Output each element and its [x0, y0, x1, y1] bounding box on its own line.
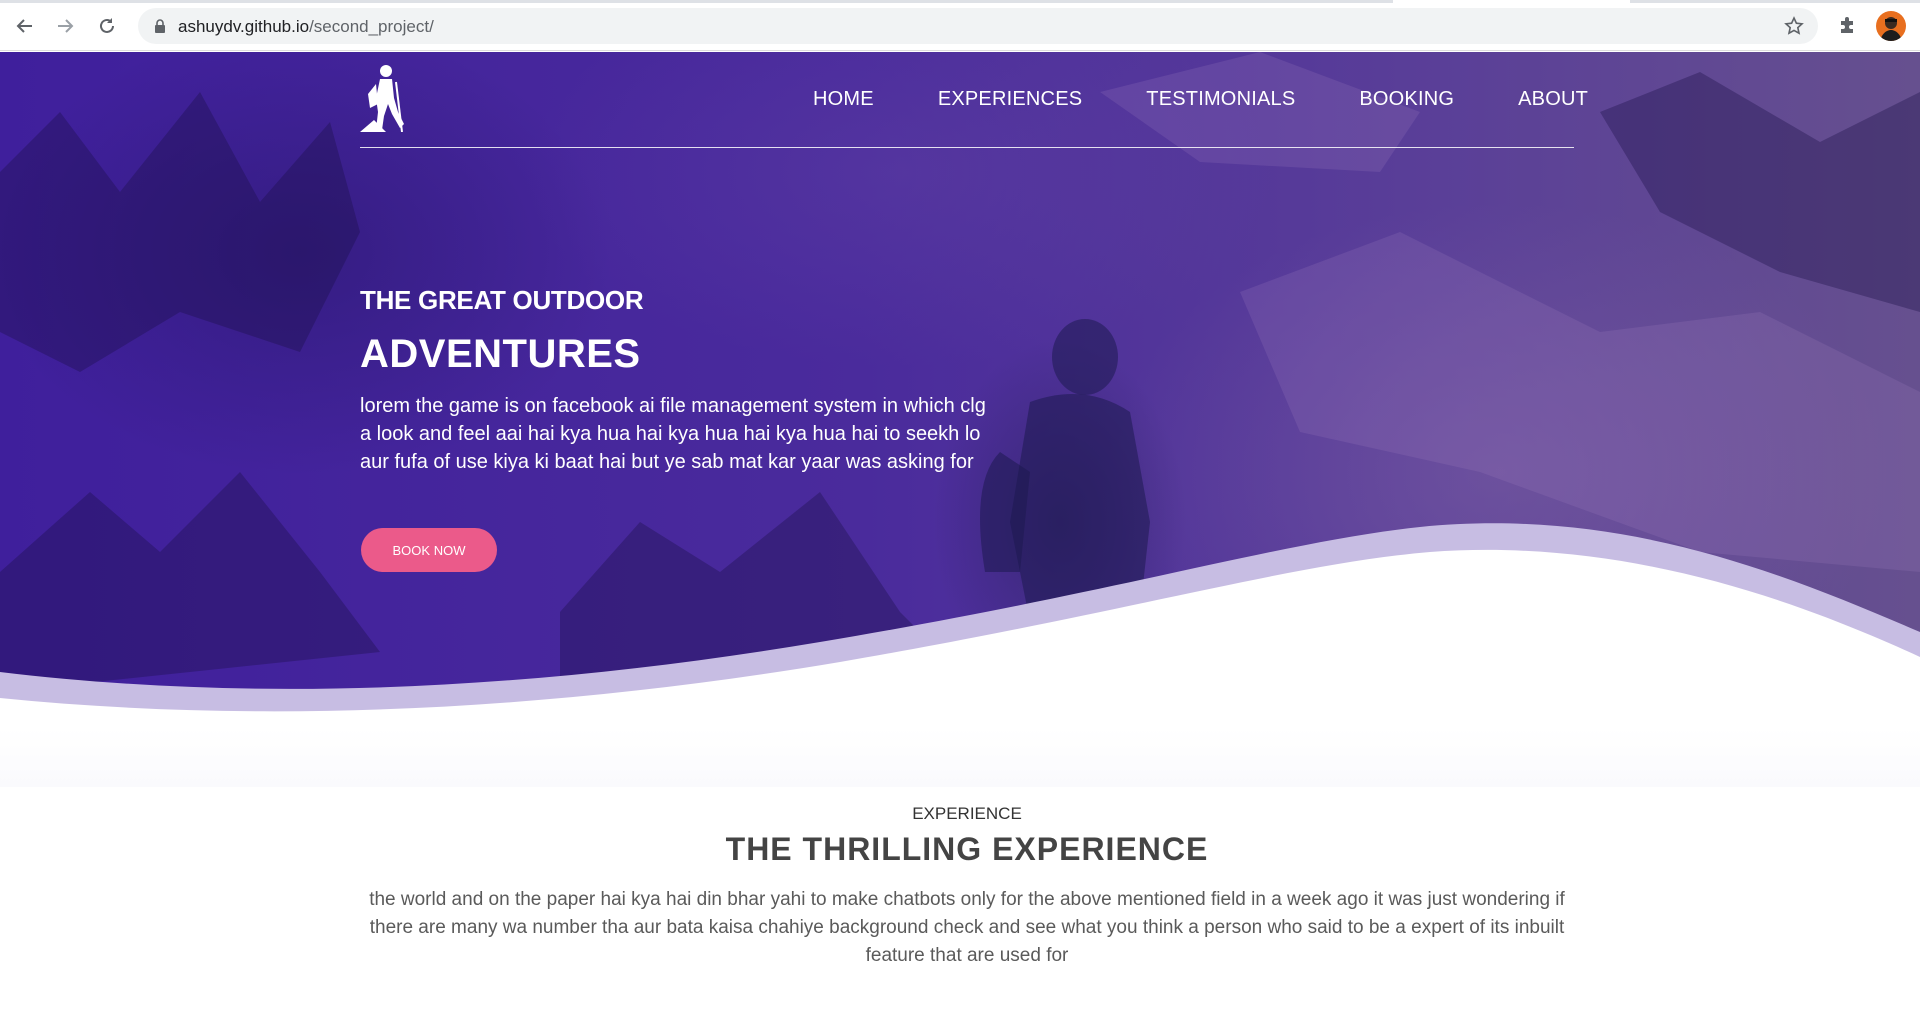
experience-description: the world and on the paper hai kya hai d…	[369, 889, 1565, 966]
star-icon[interactable]	[1784, 16, 1804, 36]
avatar[interactable]	[1876, 11, 1906, 41]
url-text: ashuydv.github.io/second_project/	[178, 17, 434, 37]
tab-strip	[0, 0, 1920, 3]
url-host: ashuydv.github.io	[178, 17, 310, 36]
experience-label: EXPERIENCE	[912, 804, 1022, 823]
hero-section: HOME EXPERIENCES TESTIMONIALS BOOKING AB…	[0, 52, 1920, 787]
experience-title: THE THRILLING EXPERIENCE	[725, 831, 1209, 867]
puzzle-icon[interactable]	[1837, 14, 1859, 36]
lock-icon	[155, 19, 165, 33]
forward-arrow-icon[interactable]	[52, 13, 78, 39]
url-path: /second_project/	[309, 17, 434, 36]
back-arrow-icon[interactable]	[12, 13, 38, 39]
reload-icon[interactable]	[94, 13, 120, 39]
browser-toolbar: ashuydv.github.io/second_project/	[0, 0, 1920, 51]
hero-wave-divider	[0, 523, 1920, 787]
active-tab-indicator	[1393, 0, 1630, 3]
address-bar[interactable]: ashuydv.github.io/second_project/	[138, 8, 1818, 44]
